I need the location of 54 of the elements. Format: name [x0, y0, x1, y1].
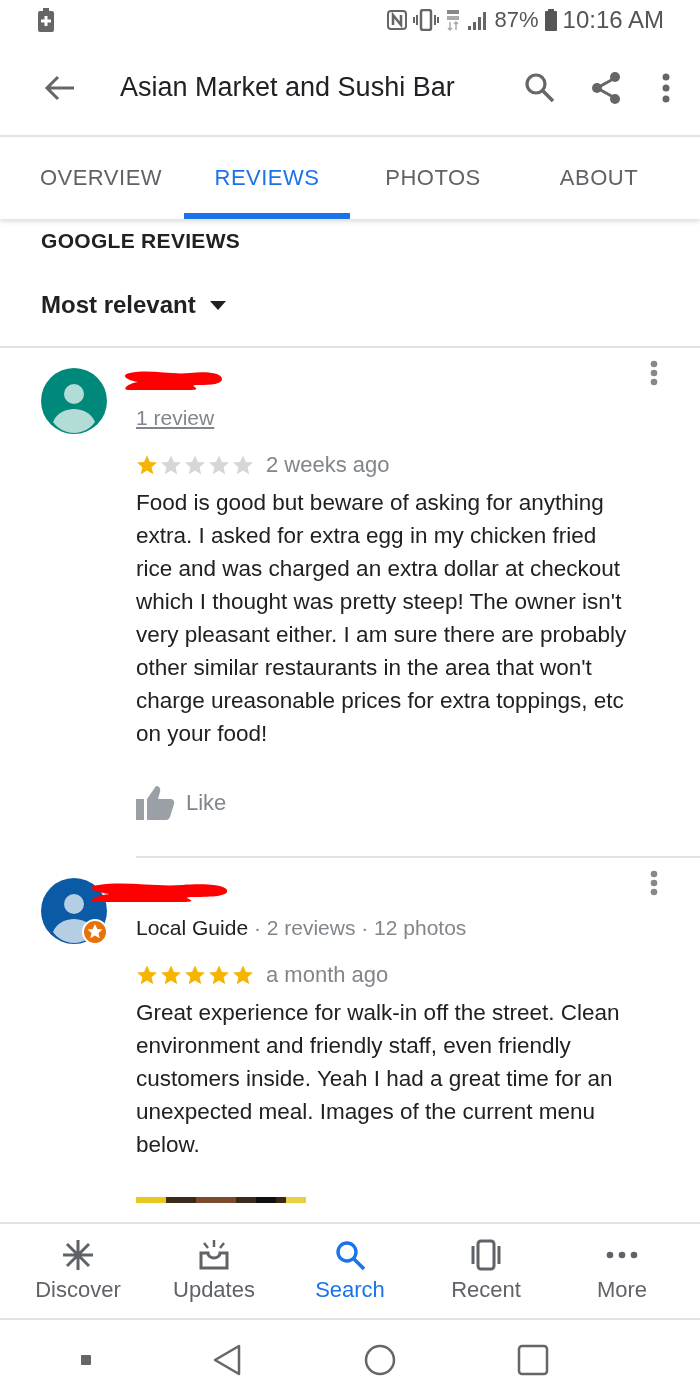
local-guide-label: Local Guide	[136, 916, 249, 939]
clock-time: 10:16 AM	[562, 6, 664, 34]
search-icon	[334, 1239, 366, 1271]
tab[interactable]: REVIEWS	[184, 137, 350, 219]
search-button[interactable]	[524, 71, 556, 104]
tab[interactable]: ABOUT	[516, 137, 682, 219]
cards-icon	[470, 1239, 502, 1271]
vibrate-icon	[412, 9, 439, 31]
battery-percent: 87%	[494, 7, 539, 33]
tab[interactable]: PHOTOS	[350, 137, 516, 219]
mobile-data-icon	[444, 9, 461, 31]
star-icon	[136, 964, 158, 986]
review-count-link[interactable]: 1 review	[136, 406, 215, 429]
battery-icon	[544, 9, 557, 31]
star-icon	[160, 454, 182, 476]
star-icon	[136, 454, 158, 476]
like-button[interactable]: Like	[136, 786, 227, 820]
reviewer-stats: · 2 reviews · 12 photos	[253, 916, 467, 939]
asterisk-icon	[62, 1239, 94, 1271]
back-button[interactable]	[44, 73, 76, 102]
review-text: Food is good but beware of asking for anything extra. I asked for extra egg in my chicken fried rice and was charged an extra dollar at checkout which I thought was pretty steep! The owner isn't very pleasant either. I am sure there are probably other similar restaurants in the area that won't charge ureasonable prices for extra toppings, etc on your food!	[136, 489, 628, 748]
nav-item[interactable]: Recent	[418, 1224, 554, 1318]
nav-item[interactable]: Search	[282, 1224, 418, 1318]
star-icon	[208, 454, 230, 476]
caret-icon	[209, 300, 226, 310]
nav-item[interactable]: More	[554, 1224, 690, 1318]
star-icon	[160, 964, 182, 986]
place-title: Asian Market and Sushi Bar	[120, 72, 456, 103]
nfc-icon	[386, 10, 407, 30]
home-button[interactable]	[363, 1344, 396, 1376]
tray-icon	[198, 1239, 230, 1271]
share-button[interactable]	[590, 70, 622, 105]
signal-icon	[466, 10, 489, 30]
nav-item[interactable]: Updates	[146, 1224, 282, 1318]
star-icon	[208, 964, 230, 986]
more-options-button[interactable]	[662, 72, 670, 103]
star-icon	[232, 964, 254, 986]
review-time: 2 weeks ago	[266, 452, 390, 478]
tab[interactable]: OVERVIEW	[18, 137, 184, 219]
recent-apps-button[interactable]	[517, 1344, 550, 1376]
more-vertical-icon	[650, 870, 658, 896]
section-heading: GOOGLE REVIEWS	[41, 229, 242, 253]
review-text: Great experience for walk-in off the street. Clean environment and friendly staff, even friendly customers inside. Yeah I had a great time for an unexpected meal. Images of the current menu below.	[136, 999, 621, 1159]
review-time: a month ago	[266, 962, 389, 988]
battery-charging-icon	[38, 8, 54, 32]
star-icon	[184, 964, 206, 986]
more-vertical-icon	[650, 360, 658, 386]
back-nav-button[interactable]	[212, 1344, 243, 1376]
nav-item[interactable]: Discover	[10, 1224, 146, 1318]
indicator-icon	[80, 1355, 91, 1365]
star-icon	[232, 454, 254, 476]
star-icon	[184, 454, 206, 476]
more-icon	[606, 1251, 638, 1259]
sort-dropdown[interactable]: Most relevant	[41, 291, 226, 319]
